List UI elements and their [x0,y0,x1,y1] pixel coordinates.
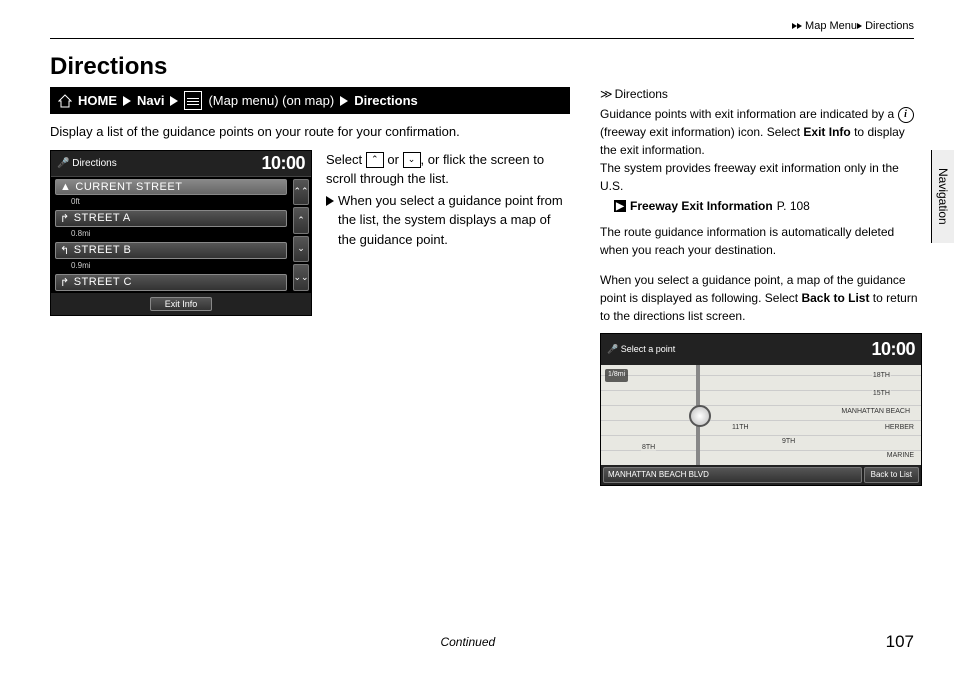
back-to-list-button[interactable]: Back to List [864,467,919,483]
street-label: 8TH [641,443,656,454]
breadcrumb-l1: Map Menu [805,20,857,32]
scroll-up-button[interactable]: ⌃ [293,207,309,234]
turn-right-icon: ↱ [60,276,70,289]
side-p2: The system provides freeway exit informa… [600,159,922,195]
chevron-icon: ≫ [600,87,613,101]
scroll-top-button[interactable]: ⌃⌃ [293,179,309,206]
guidance-point-icon [689,405,711,427]
triangle-icon [123,96,131,106]
breadcrumb: Map Menu Directions [50,20,914,39]
mic-icon: 🎤 [57,158,72,169]
street-label: MARINE [886,451,915,462]
turn-right-icon: ↱ [60,212,70,225]
map-canvas[interactable]: 1/8mi 18TH 15TH MANHATTAN BEACH 11TH 9TH… [601,365,921,465]
turn-left-icon: ↰ [60,244,70,257]
instruction-p1: Select ⌃ or ⌄, or flick the screen to sc… [326,150,570,189]
street-label: MANHATTAN BEACH [840,407,911,418]
row-name: STREET A [74,212,131,224]
street-label: 18TH [872,371,891,382]
menu-icon [184,91,202,110]
section-tab: Navigation [931,150,954,243]
scroll-down-button[interactable]: ⌄ [293,236,309,263]
section-title: Directions [50,53,914,81]
triangle-icon [170,96,178,106]
street-label: HERBER [884,423,915,434]
row-name: STREET B [74,244,132,256]
screen2-title: Select a point [621,343,872,357]
down-key-icon: ⌄ [403,152,421,168]
nav-directions: Directions [354,93,418,108]
mic-icon: 🎤 [607,343,621,357]
up-key-icon: ⌃ [366,152,384,168]
list-item[interactable]: ↱ STREET A [55,210,287,227]
street-label: 9TH [781,437,796,448]
screen1-title: Directions [72,158,261,169]
side-p1: Guidance points with exit information ar… [600,105,922,159]
current-loc-icon: ▲ [60,181,71,193]
nav-path: HOME Navi (Map menu) (on map) Directions [50,87,570,114]
xref-label: Freeway Exit Information [630,197,773,215]
directions-screen: 🎤 Directions 10:00 ▲ CURRENT STREET 0ft [50,150,312,316]
screen1-time: 10:00 [261,153,305,174]
triangle-icon [340,96,348,106]
row-dist: 0.8mi [51,229,291,240]
screen2-time: 10:00 [871,336,915,363]
xref-page: P. 108 [777,197,810,215]
scroll-bottom-button[interactable]: ⌄⌄ [293,264,309,291]
list-item[interactable]: ↰ STREET B [55,242,287,259]
intro-text: Display a list of the guidance points on… [50,122,570,142]
street-label: 11TH [731,423,750,434]
triangle-icon [857,23,862,29]
map-scale: 1/8mi [605,369,628,382]
nav-home: HOME [78,93,117,108]
instruction-p2: When you select a guidance point from th… [326,191,570,250]
map-address: MANHATTAN BEACH BLVD [603,467,862,483]
triangle-icon [797,23,802,29]
cross-reference: ▶ Freeway Exit Information P. 108 [614,197,922,215]
xref-icon: ▶ [614,200,626,212]
continued-label: Continued [50,635,886,649]
exit-info-button[interactable]: Exit Info [150,297,213,311]
list-item[interactable]: ▲ CURRENT STREET [55,179,287,195]
nav-mapmenu: (Map menu) (on map) [208,93,334,108]
row-dist: 0.9mi [51,261,291,272]
freeway-exit-info-icon: i [898,107,914,123]
map-screen: 🎤 Select a point 10:00 1/8mi 18TH 15TH M… [600,333,922,486]
home-icon [58,94,72,108]
breadcrumb-l2: Directions [865,20,914,32]
side-p4: When you select a guidance point, a map … [600,271,922,325]
list-item[interactable]: ↱ STREET C [55,274,287,291]
row-dist: 0ft [51,197,291,208]
side-header: ≫ Directions [600,87,922,101]
nav-navi: Navi [137,93,164,108]
row-name: CURRENT STREET [75,181,182,193]
page-number: 107 [886,632,914,652]
side-header-text: Directions [615,87,668,101]
street-label: 15TH [872,389,891,400]
triangle-icon [326,196,334,206]
row-name: STREET C [74,276,132,288]
side-p3: The route guidance information is automa… [600,223,922,259]
